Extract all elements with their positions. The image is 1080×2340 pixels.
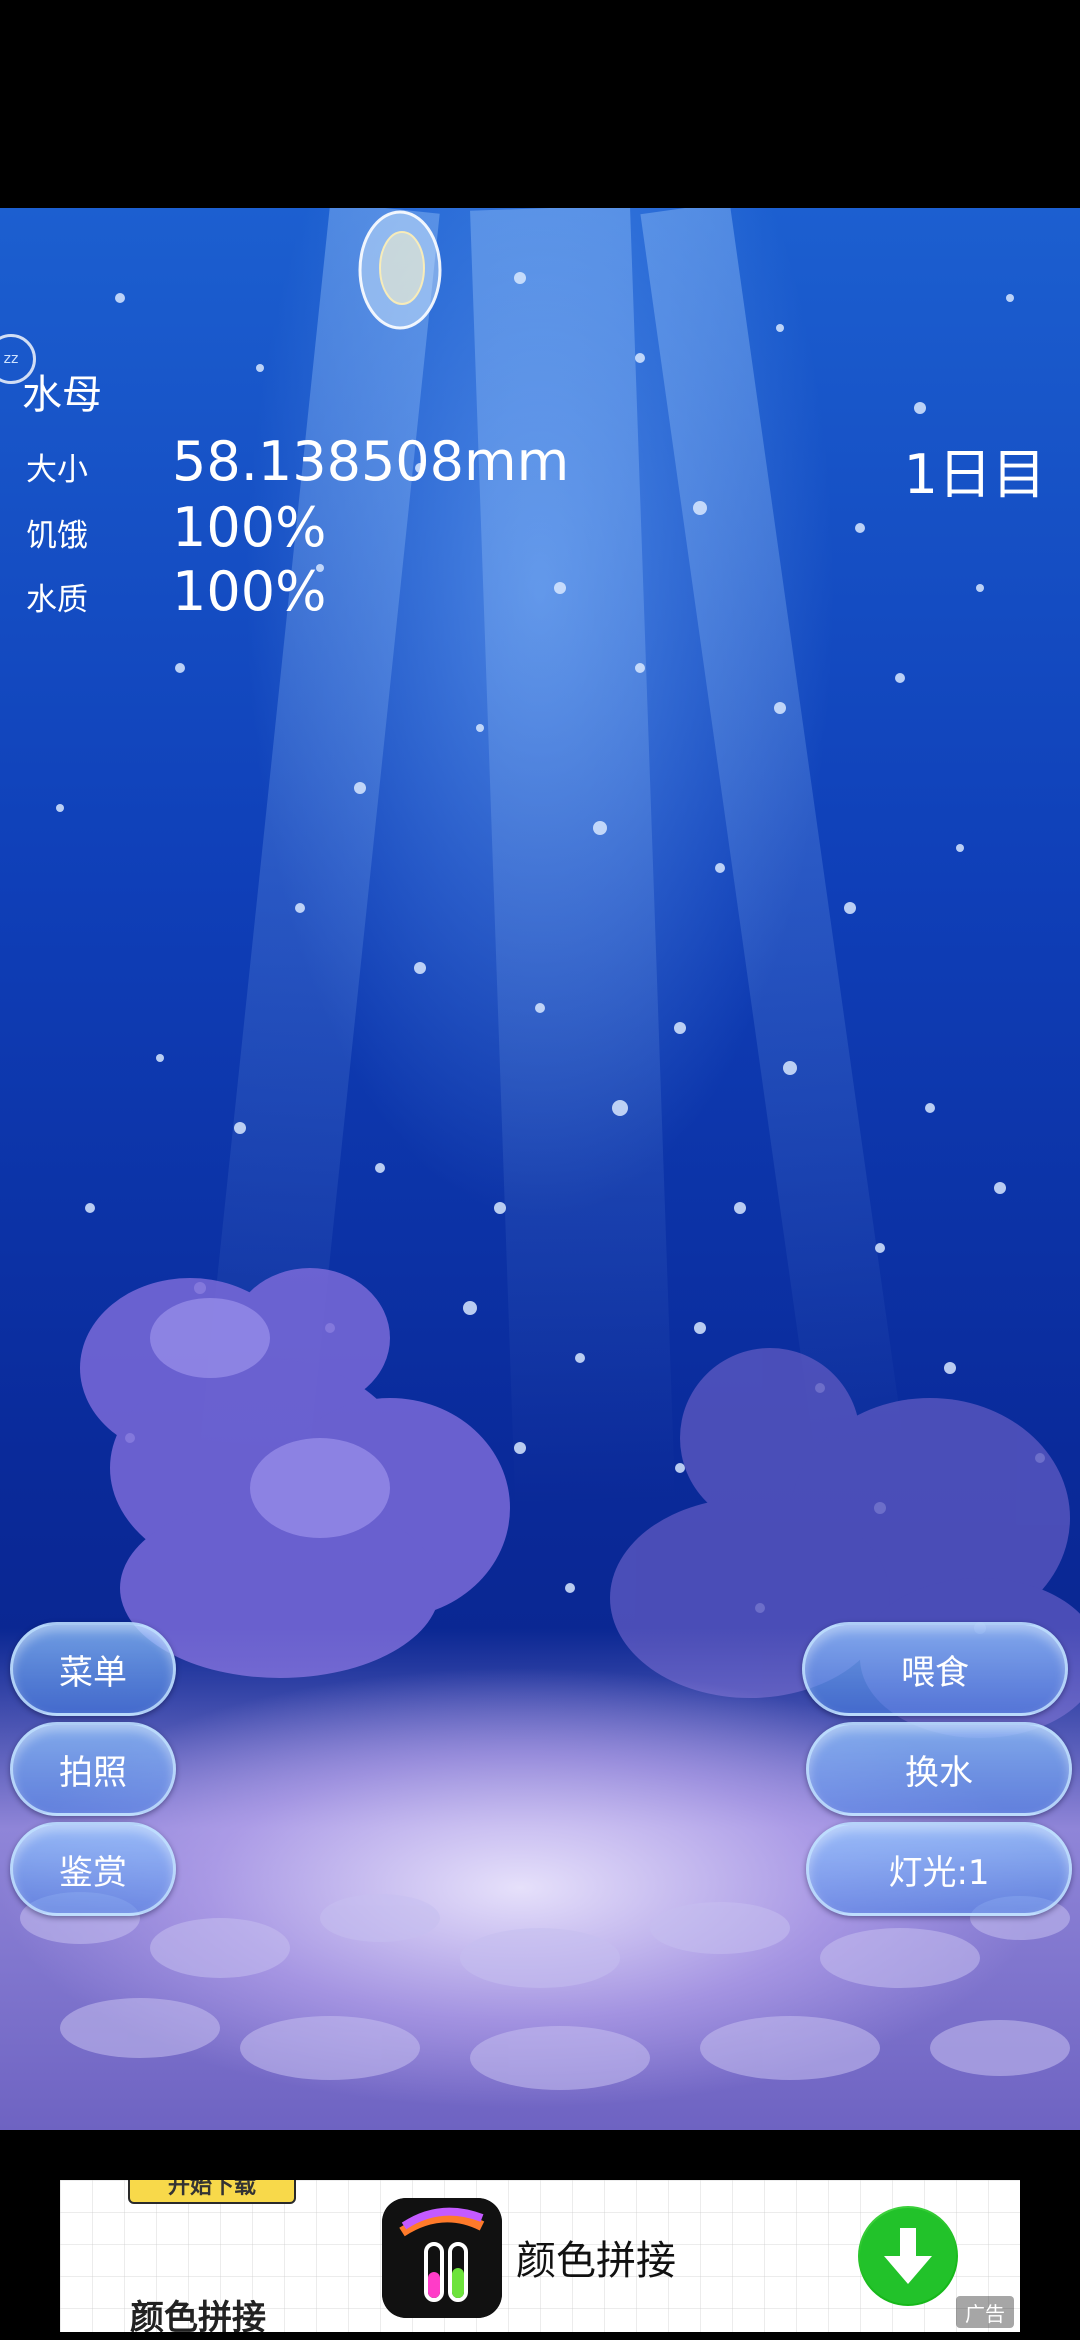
feed-button[interactable]: 喂食 xyxy=(802,1622,1068,1716)
size-value: 58.138508mm xyxy=(172,430,570,493)
ad-left-title: 颜色拼接 xyxy=(130,2298,266,2332)
app-icon[interactable] xyxy=(382,2198,502,2318)
water-quality-value: 100% xyxy=(172,560,327,623)
day-counter: 1日目 xyxy=(903,443,1046,506)
top-black-bar xyxy=(0,0,1080,208)
change-water-button[interactable]: 换水 xyxy=(806,1722,1072,1816)
gallery-button[interactable]: 鉴赏 xyxy=(10,1822,176,1916)
hunger-value: 100% xyxy=(172,496,327,559)
ad-tag: 广告 xyxy=(956,2296,1014,2328)
hunger-label: 饥饿 xyxy=(26,518,88,554)
ad-start-download-badge[interactable]: 开始下载 xyxy=(128,2180,296,2204)
photo-button[interactable]: 拍照 xyxy=(10,1722,176,1816)
water-quality-label: 水质 xyxy=(26,582,88,618)
ad-banner[interactable]: 开始下载 颜色拼接 颜色拼接 广告 xyxy=(60,2180,1020,2332)
ad-app-title[interactable]: 颜色拼接 xyxy=(516,2228,676,2286)
size-label: 大小 xyxy=(26,452,88,488)
download-arrow-icon[interactable] xyxy=(858,2206,958,2306)
pet-name: 水母 xyxy=(22,372,102,418)
jellyfish[interactable] xyxy=(352,210,448,338)
light-button[interactable]: 灯光:1 xyxy=(806,1822,1072,1916)
menu-button[interactable]: 菜单 xyxy=(10,1622,176,1716)
